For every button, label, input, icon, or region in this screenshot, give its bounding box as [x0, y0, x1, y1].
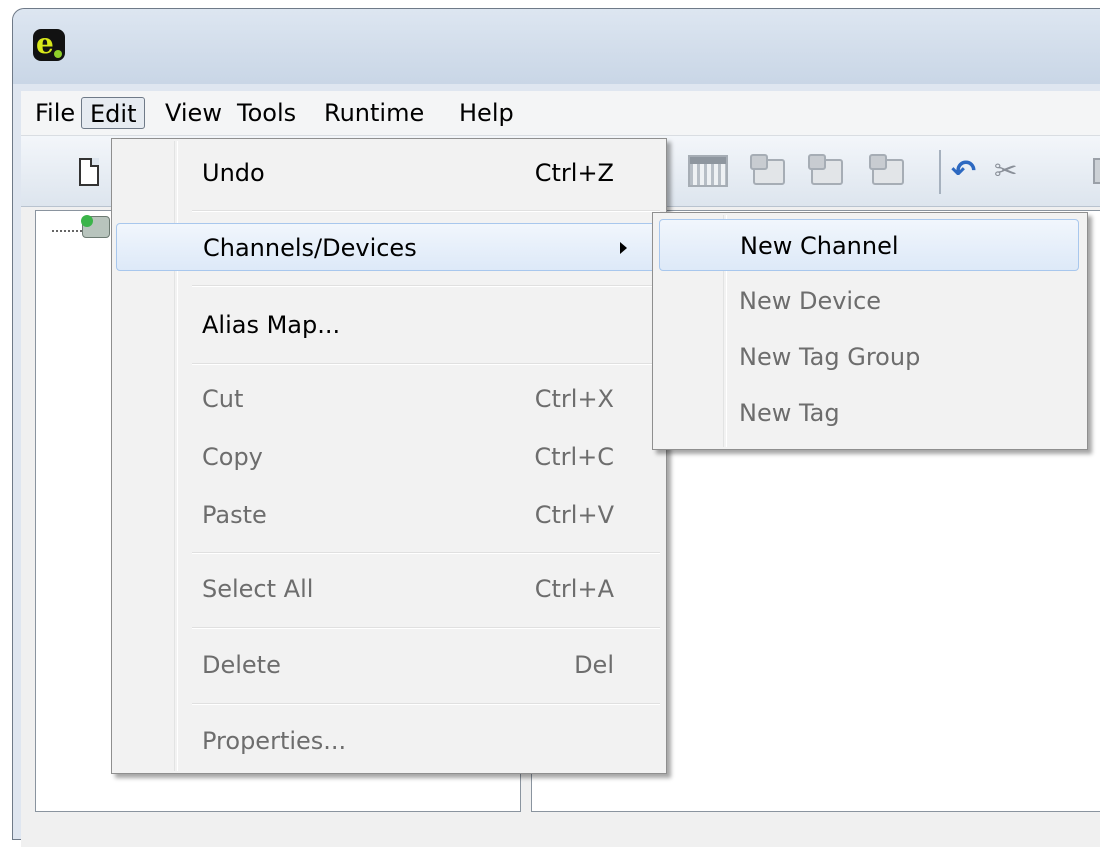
menu-help[interactable]: Help	[451, 97, 522, 129]
menu-item-shortcut: Ctrl+A	[534, 575, 614, 603]
menu-tools[interactable]: Tools	[229, 97, 304, 129]
menu-item-undo[interactable]: Undo Ctrl+Z	[116, 149, 662, 197]
menu-item-label: Alias Map...	[202, 311, 341, 339]
menu-item-copy[interactable]: Copy Ctrl+C	[116, 433, 662, 481]
menu-item-delete[interactable]: Delete Del	[116, 641, 662, 689]
cut-icon[interactable]: ✂	[994, 154, 1017, 187]
menu-separator	[192, 363, 660, 365]
menu-item-label: New Tag	[739, 399, 840, 427]
menu-item-label: Delete	[202, 651, 281, 679]
menu-separator	[192, 285, 660, 287]
menu-item-shortcut: Ctrl+C	[534, 443, 614, 471]
project-node-icon[interactable]	[81, 215, 110, 238]
menu-item-select-all[interactable]: Select All Ctrl+A	[116, 565, 662, 613]
new-document-icon[interactable]	[79, 158, 99, 186]
properties-icon[interactable]	[869, 154, 904, 185]
menu-item-label: Properties...	[202, 727, 347, 755]
menu-item-label: Paste	[202, 501, 267, 529]
menu-item-properties[interactable]: Properties...	[116, 717, 662, 765]
menu-item-label: New Channel	[740, 232, 899, 260]
menu-file[interactable]: File	[27, 97, 83, 129]
menu-item-label: New Tag Group	[739, 343, 921, 371]
menu-view[interactable]: View	[157, 97, 230, 129]
menu-item-label: Undo	[202, 159, 265, 187]
menu-separator	[192, 627, 660, 629]
title-bar: e	[13, 9, 1100, 84]
menu-item-label: Channels/Devices	[203, 234, 417, 262]
menu-bar: File Edit View Tools Runtime Help	[21, 91, 1100, 136]
submenu-arrow-icon	[620, 242, 627, 254]
menu-item-paste[interactable]: Paste Ctrl+V	[116, 491, 662, 539]
tree-connector	[52, 230, 86, 232]
menu-item-cut[interactable]: Cut Ctrl+X	[116, 375, 662, 423]
menu-separator	[192, 210, 660, 212]
submenu-item-new-tag-group[interactable]: New Tag Group	[659, 331, 1079, 383]
new-device-icon[interactable]	[750, 154, 785, 185]
menu-item-alias-map[interactable]: Alias Map...	[116, 301, 662, 349]
menu-separator	[192, 703, 660, 705]
submenu-item-new-channel[interactable]: New Channel	[659, 219, 1079, 271]
menu-edit[interactable]: Edit	[81, 97, 146, 129]
toolbar-separator	[939, 150, 941, 194]
app-logo-icon[interactable]: e	[33, 29, 65, 61]
menu-item-shortcut: Ctrl+Z	[534, 159, 614, 187]
menu-item-channels-devices[interactable]: Channels/Devices	[116, 223, 662, 271]
menu-item-shortcut: Del	[574, 651, 614, 679]
menu-item-shortcut: Ctrl+X	[534, 385, 614, 413]
channels-devices-submenu: New Channel New Device New Tag Group New…	[652, 212, 1088, 450]
menu-item-label: Select All	[202, 575, 314, 603]
menu-runtime[interactable]: Runtime	[316, 97, 432, 129]
menu-item-shortcut: Ctrl+V	[534, 501, 614, 529]
undo-icon[interactable]: ↶	[951, 154, 976, 189]
copy-icon[interactable]	[1093, 158, 1100, 184]
submenu-item-new-device[interactable]: New Device	[659, 275, 1079, 327]
tag-grid-icon[interactable]	[688, 155, 728, 187]
menu-item-label: Cut	[202, 385, 244, 413]
edit-menu-dropdown: Undo Ctrl+Z Channels/Devices Alias Map..…	[111, 138, 667, 774]
menu-item-label: Copy	[202, 443, 263, 471]
menu-separator	[192, 552, 660, 554]
new-tag-group-icon[interactable]	[808, 154, 843, 185]
menu-item-label: New Device	[739, 287, 882, 315]
submenu-item-new-tag[interactable]: New Tag	[659, 387, 1079, 439]
